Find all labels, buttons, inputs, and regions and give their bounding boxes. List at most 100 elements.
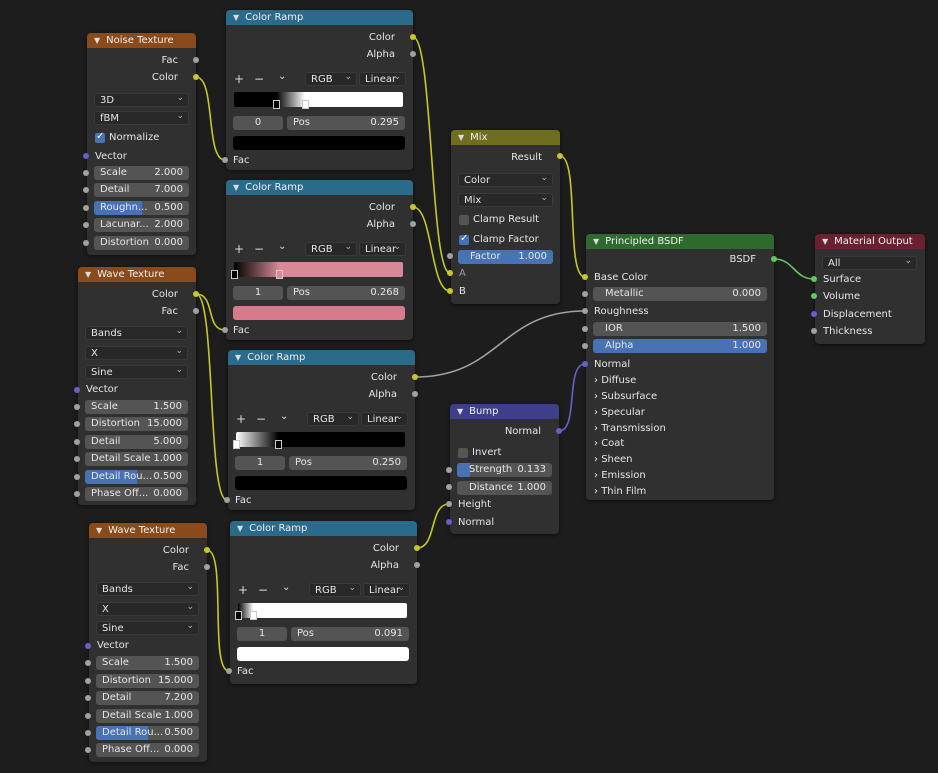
principled-bsdf-node[interactable]: ▼ Principled BSDF BSDF Base Color Metalli… [586, 234, 774, 500]
socket-dot[interactable] [771, 256, 777, 262]
mix-node[interactable]: ▼ Mix Result Color ⌄ Mix ⌄ Clamp Result Cla… [451, 130, 560, 304]
distortion-field[interactable]: Distortion 15.000 [85, 417, 188, 431]
data-type-dropdown[interactable]: Color ⌄ [458, 173, 553, 187]
node-link[interactable] [206, 549, 230, 672]
color-mode-dropdown[interactable]: RGB ⌄ [309, 583, 361, 597]
node-link[interactable] [773, 258, 815, 280]
detail-scale-field[interactable]: Detail Scale 1.000 [96, 709, 199, 723]
color-stop-handle[interactable] [250, 611, 258, 620]
color-mode-dropdown[interactable]: RGB ⌄ [305, 242, 357, 256]
normalize-checkbox[interactable] [95, 131, 105, 143]
node-header[interactable]: ▼ Color Ramp [230, 521, 417, 536]
panel-diffuse[interactable]: › Diffuse [594, 375, 636, 386]
plus-icon[interactable]: + [234, 72, 244, 86]
socket-dot[interactable] [410, 34, 416, 40]
chevron-down-icon[interactable]: ▼ [822, 237, 828, 246]
clamp-factor-checkbox[interactable] [459, 233, 469, 245]
node-header[interactable]: ▼ Color Ramp [228, 350, 415, 365]
chevron-down-icon[interactable]: ⌄ [278, 241, 286, 252]
socket-dot[interactable] [811, 276, 817, 282]
color-ramp-gradient[interactable] [234, 262, 403, 277]
panel-transmission[interactable]: › Transmission [594, 423, 666, 434]
socket-dot[interactable] [582, 326, 588, 332]
socket-dot[interactable] [193, 291, 199, 297]
color-ramp-gradient[interactable] [238, 603, 407, 618]
socket-dot[interactable] [414, 545, 420, 551]
chevron-down-icon[interactable]: ▼ [85, 270, 91, 279]
color-ramp-node[interactable]: ▼ Color Ramp Color Alpha + − ⌄ RGB ⌄ Linea… [226, 10, 413, 170]
socket-dot[interactable] [222, 157, 228, 163]
chevron-down-icon[interactable]: ⌄ [278, 71, 286, 82]
stop-index-field[interactable]: 1 [233, 286, 283, 300]
scale-field[interactable]: Scale 1.500 [85, 400, 188, 414]
socket-dot[interactable] [83, 240, 89, 246]
node-header[interactable]: ▼ Principled BSDF [586, 234, 774, 249]
socket-dot[interactable] [83, 205, 89, 211]
chevron-down-icon[interactable]: ▼ [96, 526, 102, 535]
minus-icon[interactable]: − [254, 242, 264, 256]
socket-dot[interactable] [410, 204, 416, 210]
node-header[interactable]: ▼ Noise Texture [87, 33, 196, 48]
stop-color-swatch[interactable] [233, 136, 405, 150]
node-header[interactable]: ▼ Bump [450, 404, 559, 419]
color-stop-handle[interactable] [233, 440, 240, 449]
color-mode-dropdown[interactable]: RGB ⌄ [307, 412, 359, 426]
panel-sheen[interactable]: › Sheen [594, 454, 633, 465]
distortion-field[interactable]: Distortion 0.000 [94, 236, 189, 250]
detail-roughness-field[interactable]: Detail Rou... 0.500 [96, 726, 199, 740]
socket-dot[interactable] [446, 467, 452, 473]
chevron-down-icon[interactable]: ▼ [458, 133, 464, 142]
socket-dot[interactable] [85, 695, 91, 701]
stop-index-field[interactable]: 0 [233, 116, 283, 130]
node-header[interactable]: ▼ Wave Texture [89, 523, 207, 538]
socket-dot[interactable] [85, 747, 91, 753]
plus-icon[interactable]: + [234, 242, 244, 256]
chevron-down-icon[interactable]: ⌄ [282, 582, 290, 593]
socket-dot[interactable] [226, 668, 232, 674]
socket-dot[interactable] [412, 374, 418, 380]
node-link[interactable] [558, 363, 586, 432]
node-link[interactable] [412, 36, 451, 274]
socket-dot[interactable] [410, 221, 416, 227]
node-header[interactable]: ▼ Color Ramp [226, 10, 413, 25]
metallic-field[interactable]: Metallic 0.000 [593, 287, 767, 301]
profile-dropdown[interactable]: Sine ⌄ [96, 621, 199, 635]
phase-offset-field[interactable]: Phase Off... 0.000 [96, 743, 199, 757]
distortion-field[interactable]: Distortion 15.000 [96, 674, 199, 688]
socket-dot[interactable] [74, 439, 80, 445]
socket-dot[interactable] [74, 491, 80, 497]
blend-mode-dropdown[interactable]: Mix ⌄ [458, 193, 553, 207]
chevron-down-icon[interactable]: ▼ [94, 36, 100, 45]
socket-dot[interactable] [74, 421, 80, 427]
roughness-field[interactable]: Roughn... 0.500 [94, 201, 189, 215]
socket-dot[interactable] [193, 57, 199, 63]
chevron-down-icon[interactable]: ▼ [457, 407, 463, 416]
socket-dot[interactable] [193, 308, 199, 314]
node-header[interactable]: ▼ Material Output [815, 234, 925, 249]
alpha-field[interactable]: Alpha 1.000 [593, 339, 767, 353]
minus-icon[interactable]: − [258, 583, 268, 597]
socket-dot[interactable] [410, 51, 416, 57]
wave-texture-node[interactable]: ▼ Wave Texture Color Fac Bands ⌄ X ⌄ Sine ⌄ … [89, 523, 207, 762]
panel-thin-film[interactable]: › Thin Film [594, 486, 646, 497]
node-link[interactable] [195, 293, 226, 331]
chevron-down-icon[interactable]: ▼ [593, 237, 599, 246]
socket-dot[interactable] [83, 170, 89, 176]
interpolation-dropdown[interactable]: Linear ⌄ [359, 72, 406, 86]
socket-dot[interactable] [224, 497, 230, 503]
socket-dot[interactable] [85, 713, 91, 719]
socket-dot[interactable] [582, 361, 588, 367]
socket-dot[interactable] [582, 308, 588, 314]
plus-icon[interactable]: + [238, 583, 248, 597]
color-ramp-gradient[interactable] [234, 92, 403, 107]
dimensions-dropdown[interactable]: 3D ⌄ [94, 93, 189, 107]
socket-dot[interactable] [811, 311, 817, 317]
color-stop-handle[interactable] [276, 270, 284, 279]
socket-dot[interactable] [446, 484, 452, 490]
socket-dot[interactable] [74, 387, 80, 393]
socket-dot[interactable] [557, 153, 563, 159]
socket-dot[interactable] [447, 253, 453, 259]
stop-index-field[interactable]: 1 [237, 627, 287, 641]
interpolation-dropdown[interactable]: Linear ⌄ [363, 583, 410, 597]
color-stop-handle[interactable] [235, 611, 242, 620]
